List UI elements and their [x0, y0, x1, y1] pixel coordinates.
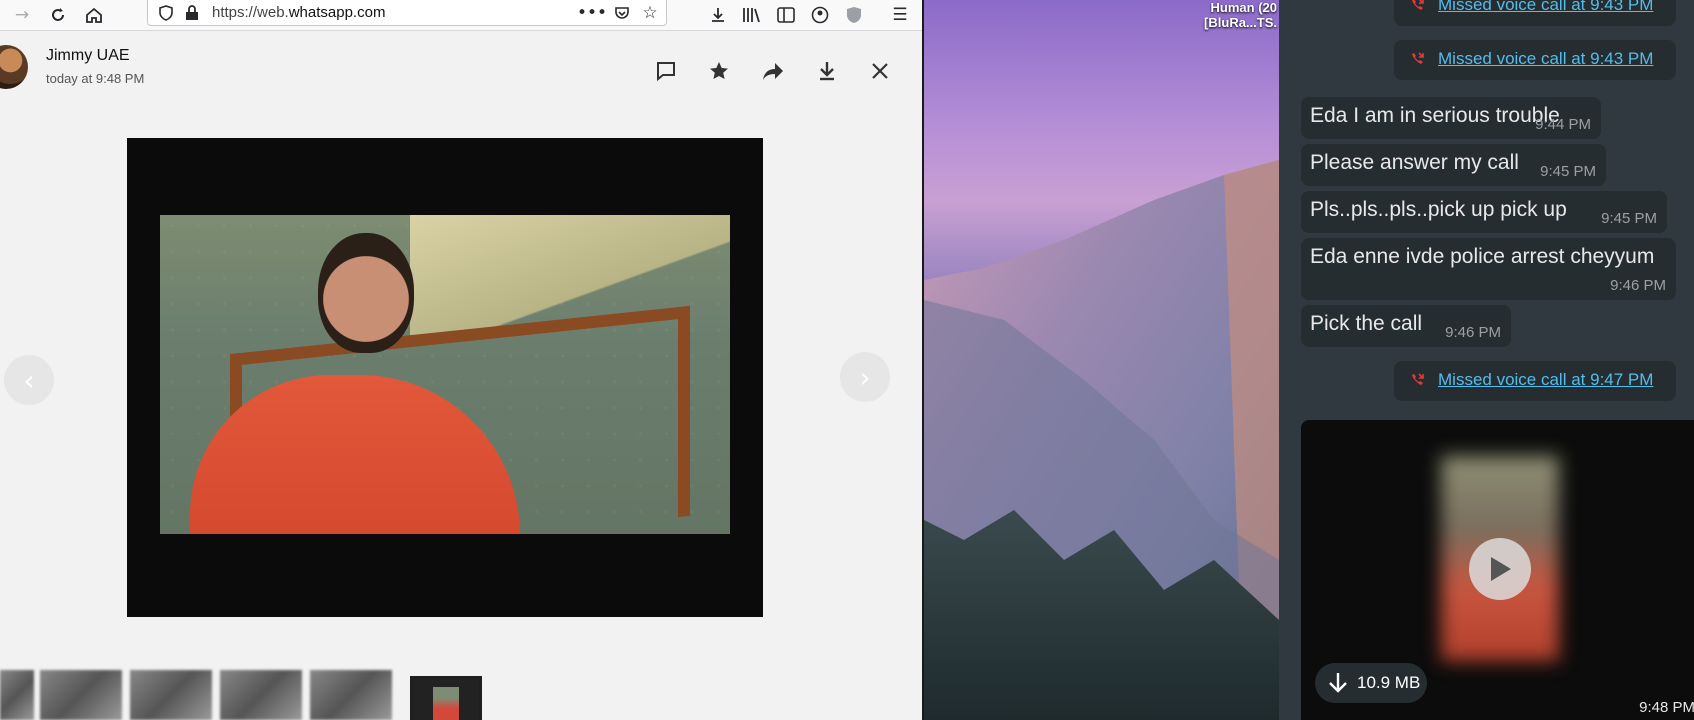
message-bubble[interactable]: Pick the call 9:46 PM	[1301, 305, 1511, 347]
lock-icon[interactable]	[180, 1, 204, 25]
message-bubble[interactable]: Eda I am in serious trouble 9:44 PM	[1301, 97, 1601, 139]
message-text: Pls..pls..pls..pick up pick up	[1310, 198, 1567, 221]
desktop-file-label-line1: Human (20	[1210, 0, 1277, 15]
message-text: Eda enne ivde police arrest cheyyum	[1310, 245, 1655, 268]
message-bubble[interactable]: Please answer my call 9:45 PM	[1301, 144, 1606, 186]
message-time: 9:46 PM	[1610, 277, 1666, 294]
url-text: https://web.whatsapp.com	[212, 4, 386, 21]
star-icon[interactable]: ☆	[638, 1, 662, 25]
avatar	[0, 45, 28, 89]
forward-icon[interactable]	[755, 53, 791, 89]
message-time: 9:44 PM	[1535, 116, 1591, 133]
missed-call-bubble[interactable]: Missed voice call at 9:47 PM	[1394, 361, 1676, 401]
media-thumbnail[interactable]	[40, 670, 122, 720]
browser-window: → https://web.whatsapp.com ••• ☆ ☰ Jimmy…	[0, 0, 924, 720]
video-message-time: 9:48 PM	[1639, 699, 1694, 716]
message-text: Please answer my call	[1310, 151, 1519, 174]
media-thumbnail[interactable]	[130, 670, 212, 720]
media-video-player[interactable]	[127, 138, 763, 617]
download-icon[interactable]	[706, 3, 730, 27]
next-media-button[interactable]: ›	[840, 352, 890, 402]
missed-call-icon	[1412, 0, 1424, 10]
shield-extension-icon[interactable]	[842, 3, 866, 27]
message-bubble[interactable]: Eda enne ivde police arrest cheyyum 9:46…	[1301, 238, 1676, 300]
chat-pane[interactable]: Missed voice call at 9:43 PM Missed voic…	[1279, 0, 1694, 720]
missed-call-icon	[1412, 52, 1424, 64]
missed-call-link[interactable]: Missed voice call at 9:43 PM	[1438, 49, 1653, 69]
contact-name: Jimmy UAE	[46, 47, 130, 64]
hamburger-menu-icon[interactable]: ☰	[888, 3, 912, 27]
media-viewer-header: Jimmy UAE today at 9:48 PM	[0, 31, 922, 101]
video-scene-face	[318, 233, 414, 353]
thumbnail-preview	[433, 687, 459, 720]
media-thumbnail[interactable]	[0, 670, 34, 720]
play-button[interactable]	[1469, 538, 1531, 600]
missed-call-bubble[interactable]: Missed voice call at 9:43 PM	[1394, 0, 1676, 26]
desktop-file-label[interactable]: Human (20 [BluRa...TS.	[1204, 0, 1277, 30]
reload-icon[interactable]	[46, 3, 70, 27]
missed-call-icon	[1412, 373, 1424, 385]
video-download-button[interactable]: 10.9 MB	[1315, 663, 1427, 703]
account-icon[interactable]	[808, 3, 832, 27]
play-icon	[1491, 557, 1511, 581]
forward-arrow-icon[interactable]: →	[10, 3, 34, 27]
download-icon[interactable]	[809, 53, 845, 89]
shield-icon[interactable]	[154, 1, 178, 25]
message-text: Pick the call	[1310, 312, 1423, 335]
missed-call-link[interactable]: Missed voice call at 9:43 PM	[1438, 0, 1653, 15]
star-icon[interactable]	[701, 53, 737, 89]
more-dots-icon[interactable]: •••	[577, 1, 607, 25]
desktop-file-label-line2: [BluRa...TS.	[1204, 15, 1277, 30]
media-thumbnail[interactable]	[310, 670, 392, 720]
mountain-wallpaper-image	[924, 160, 1279, 720]
message-bubble[interactable]: Pls..pls..pls..pick up pick up 9:45 PM	[1301, 191, 1667, 233]
media-timestamp: today at 9:48 PM	[46, 71, 145, 86]
library-icon[interactable]	[740, 3, 764, 27]
video-frame	[160, 215, 730, 534]
missed-call-link[interactable]: Missed voice call at 9:47 PM	[1438, 370, 1653, 390]
close-icon[interactable]	[862, 53, 898, 89]
missed-call-bubble[interactable]: Missed voice call at 9:43 PM	[1394, 40, 1676, 80]
previous-media-button[interactable]: ‹	[4, 355, 54, 405]
sidebar-icon[interactable]	[774, 3, 798, 27]
message-time: 9:46 PM	[1445, 324, 1501, 341]
media-thumbnail-selected[interactable]	[410, 676, 482, 720]
media-thumbnail[interactable]	[220, 670, 302, 720]
message-text: Eda I am in serious trouble	[1310, 104, 1560, 127]
desktop-wallpaper: Human (20 [BluRa...TS.	[924, 0, 1279, 720]
pocket-icon[interactable]	[610, 1, 634, 25]
url-bar[interactable]: https://web.whatsapp.com ••• ☆	[147, 0, 667, 26]
message-time: 9:45 PM	[1601, 210, 1657, 227]
download-arrow-icon	[1329, 673, 1347, 693]
go-to-message-icon[interactable]	[648, 53, 684, 89]
video-file-size: 10.9 MB	[1357, 673, 1421, 692]
message-time: 9:45 PM	[1540, 163, 1596, 180]
home-icon[interactable]	[82, 3, 106, 27]
browser-toolbar: → https://web.whatsapp.com ••• ☆ ☰	[0, 0, 922, 31]
video-message[interactable]: 10.9 MB 9:48 PM	[1301, 420, 1694, 720]
media-thumbnail-strip	[0, 660, 922, 720]
